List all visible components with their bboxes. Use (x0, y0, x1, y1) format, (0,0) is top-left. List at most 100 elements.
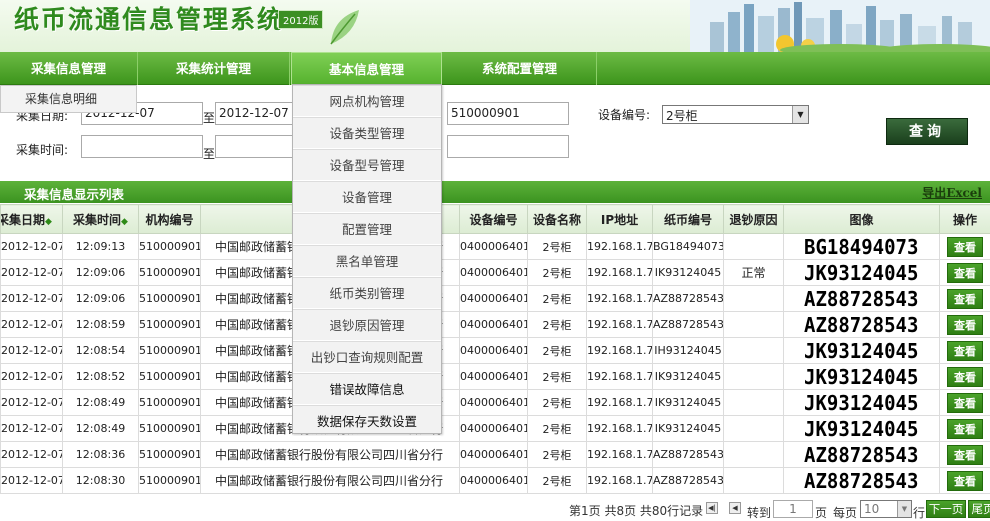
time-to-separator: 至 (203, 147, 216, 161)
org-code-input[interactable]: 510000901 (447, 102, 569, 125)
list-title: 采集信息显示列表 (24, 187, 125, 202)
row-serial: IH93124045 (652, 337, 724, 364)
serial-number-image: AZ88728543 (804, 468, 919, 493)
view-button[interactable]: 查看 (947, 470, 983, 491)
dropdown-item[interactable]: 纸币类别管理 (293, 277, 441, 309)
per-page-select[interactable]: 10 ▼ (860, 500, 912, 518)
col-device-name: 设备名称 (527, 204, 587, 234)
dropdown-item[interactable]: 配置管理 (293, 213, 441, 245)
view-button[interactable]: 查看 (947, 366, 983, 387)
sort-icon[interactable]: ◆ (45, 217, 52, 227)
dropdown-item[interactable]: 设备类型管理 (293, 117, 441, 149)
row-date: 2012-12-07 (0, 467, 63, 494)
view-button[interactable]: 查看 (947, 418, 983, 439)
table-row: 2012-12-07 12:08:30 510000901 中国邮政储蓄银行股份有限公… (0, 467, 990, 494)
table-row: 2012-12-0712:09:06510000901中国邮政储蓄银行股份有限公… (0, 259, 990, 286)
row-image-cell: BG18494073 (783, 233, 940, 260)
query-button[interactable]: 查询 (886, 118, 968, 145)
dropdown-item[interactable]: 黑名单管理 (293, 245, 441, 277)
row-serial: BG18494073 (652, 233, 724, 260)
prev-page-icon[interactable]: ◀ (729, 502, 741, 514)
collect-table: 采集日期◆ 采集时间◆ 机构编号 设备编号 设备名称 IP地址 纸币编号 退钞原… (0, 204, 990, 494)
col-action: 操作 (939, 204, 990, 234)
export-excel-link[interactable]: 导出Excel (922, 184, 982, 201)
row-org: 510000901 (138, 467, 201, 494)
row-ip: 192.168.1.7 (586, 389, 653, 416)
row-action-cell: 查看 (939, 415, 990, 442)
time-from-input[interactable] (81, 135, 203, 158)
row-image-cell: AZ88728543 (783, 441, 940, 468)
last-page-button[interactable]: 尾页 (968, 500, 990, 518)
row-action-cell: 查看 (939, 233, 990, 260)
row-serial: AZ88728543 (652, 311, 724, 338)
date-to-input[interactable]: 2012-12-07 (215, 102, 293, 125)
row-date: 2012-12-07 (0, 363, 63, 390)
dropdown-arrow-icon: ▼ (792, 106, 808, 123)
device-label: 设备编号: (598, 108, 651, 122)
col-time[interactable]: 采集时间◆ (62, 204, 139, 234)
per-page-label: 每页 (833, 506, 858, 520)
nav-collect-stats[interactable]: 采集统计管理 (138, 52, 290, 85)
row-serial: AZ88728543 (652, 467, 724, 494)
row-date: 2012-12-07 (0, 389, 63, 416)
row-serial: IK93124045 (652, 363, 724, 390)
device-select[interactable]: 2号柜 ▼ (662, 105, 809, 124)
row-device-no: 0400006401 (459, 467, 528, 494)
view-button[interactable]: 查看 (947, 262, 983, 283)
view-button[interactable]: 查看 (947, 340, 983, 361)
nav-basic-info[interactable]: 基本信息管理 (291, 52, 442, 85)
dropdown-item[interactable]: 设备管理 (293, 181, 441, 213)
sort-icon[interactable]: ◆ (121, 217, 128, 227)
dropdown-item[interactable]: 网点机构管理 (293, 85, 441, 117)
dropdown-item[interactable]: 出钞口查询规则配置 (293, 341, 441, 373)
nav-system-config[interactable]: 系统配置管理 (443, 52, 597, 85)
row-org: 510000901 (138, 259, 201, 286)
row-time: 12:08:54 (62, 337, 139, 364)
view-button[interactable]: 查看 (947, 392, 983, 413)
col-reason: 退钞原因 (723, 204, 784, 234)
row-date: 2012-12-07 (0, 415, 63, 442)
nav-collect-info[interactable]: 采集信息管理 (0, 52, 138, 85)
submenu-collect-detail[interactable]: 采集信息明细 (1, 86, 136, 112)
dropdown-item[interactable]: 错误故障信息 (293, 373, 441, 405)
row-reason (723, 337, 784, 364)
time-to-input[interactable] (215, 135, 293, 158)
view-button[interactable]: 查看 (947, 288, 983, 309)
row-reason (723, 389, 784, 416)
row-device-name: 2号柜 (527, 285, 587, 312)
per-page-value: 10 (864, 502, 880, 516)
view-button[interactable]: 查看 (947, 236, 983, 257)
filter-panel: 采集日期: 2012-12-07 至 2012-12-07 510000901 … (0, 85, 990, 178)
dropdown-item[interactable]: 退钞原因管理 (293, 309, 441, 341)
city-skyline-icon (690, 0, 990, 52)
main-nav: 采集信息管理 采集统计管理 基本信息管理 系统配置管理 (0, 52, 990, 85)
row-time: 12:09:06 (62, 285, 139, 312)
row-ip: 192.168.1.7 (586, 233, 653, 260)
table-row: 2012-12-0712:08:49510000901中国邮政储蓄银行股份有限公… (0, 415, 990, 442)
row-serial: IK93124045 (652, 415, 724, 442)
first-page-icon[interactable]: ◀| (706, 502, 718, 514)
row-device-no: 0400006401 (459, 233, 528, 260)
time-label: 采集时间: (16, 143, 69, 157)
row-reason (723, 415, 784, 442)
org-extra-input[interactable] (447, 135, 569, 158)
view-button[interactable]: 查看 (947, 444, 983, 465)
device-select-value: 2号柜 (666, 109, 698, 123)
view-button[interactable]: 查看 (947, 314, 983, 335)
col-image: 图像 (783, 204, 940, 234)
next-page-button[interactable]: 下一页 (926, 500, 966, 518)
row-org: 510000901 (138, 233, 201, 260)
dropdown-item[interactable]: 设备型号管理 (293, 149, 441, 181)
row-date: 2012-12-07 (0, 259, 63, 286)
row-image-cell: JK93124045 (783, 259, 940, 286)
row-bank: 中国邮政储蓄银行股份有限公司四川省分行 (200, 467, 460, 494)
row-date: 2012-12-07 (0, 441, 63, 468)
col-date[interactable]: 采集日期◆ (0, 204, 63, 234)
serial-number-image: JK93124045 (804, 364, 919, 389)
dropdown-item[interactable]: 数据保存天数设置 (293, 405, 441, 437)
row-image-cell: JK93124045 (783, 389, 940, 416)
goto-page-input[interactable]: 1 (773, 500, 813, 518)
row-device-name: 2号柜 (527, 441, 587, 468)
row-action-cell: 查看 (939, 311, 990, 338)
row-device-no: 0400006401 (459, 285, 528, 312)
